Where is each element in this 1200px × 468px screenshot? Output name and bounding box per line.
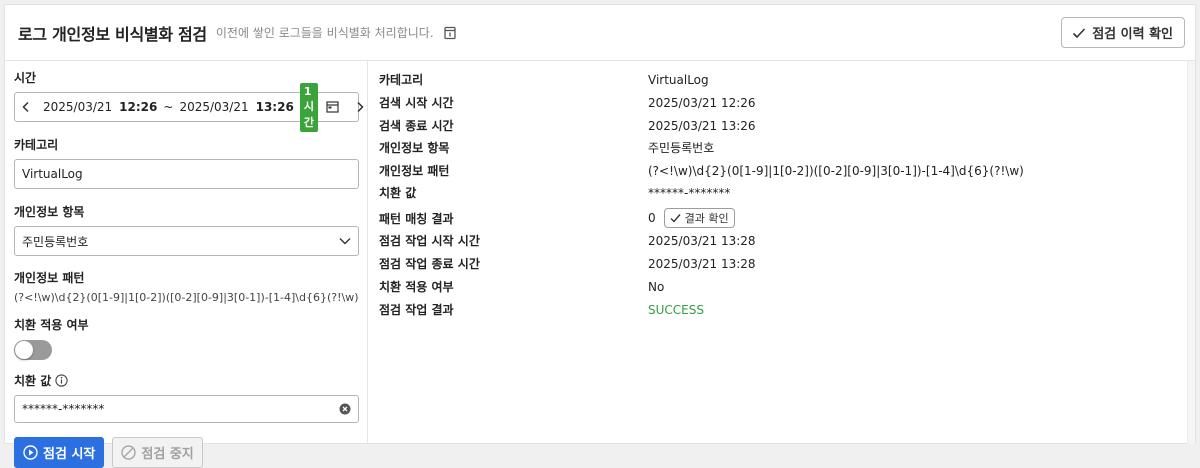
duration-badge: 1시간: [299, 82, 318, 132]
detail-value: 2025/03/21 13:28: [648, 233, 756, 248]
detail-row: 치환 값 ******-*******: [379, 184, 730, 201]
pii-pattern-label: 개인정보 패턴: [14, 271, 85, 285]
scrollbar[interactable]: [1187, 61, 1195, 444]
main-panel: 로그 개인정보 비식별화 점검 이전에 쌓인 로그들을 비식별화 처리합니다. …: [4, 4, 1196, 468]
detail-row: 개인정보 항목 주민등록번호: [379, 139, 714, 156]
history-button-label: 점검 이력 확인: [1092, 27, 1173, 42]
detail-label: 검색 시작 시간: [379, 96, 454, 110]
detail-value: 2025/03/21 12:26: [648, 95, 756, 110]
detail-label: 점검 작업 시작 시간: [379, 234, 480, 248]
detail-value: 2025/03/21 13:28: [648, 256, 756, 271]
detail-label: 치환 적용 여부: [379, 280, 454, 294]
end-time: 13:26: [255, 100, 294, 114]
apply-label: 치환 적용 여부: [14, 318, 89, 332]
detail-label: 점검 작업 종료 시간: [379, 257, 480, 271]
check-icon: [670, 213, 681, 223]
detail-label: 검색 종료 시간: [379, 119, 454, 133]
category-label: 카테고리: [14, 138, 59, 152]
pii-item-value: 주민등록번호: [22, 234, 89, 249]
status-value: SUCCESS: [648, 302, 704, 317]
category-value: VirtualLog: [22, 167, 83, 181]
detail-label: 치환 값: [379, 186, 417, 200]
pii-item-label: 개인정보 항목: [14, 205, 85, 219]
check-icon: [1072, 27, 1086, 39]
detail-row: 치환 적용 여부 No: [379, 278, 664, 295]
detail-row: 개인정보 패턴 (?<!\w)\d{2}(0[1-9]|1[0-2])([0-2…: [379, 162, 1024, 179]
match-count: 0: [648, 211, 656, 225]
toggle-knob: [15, 341, 33, 359]
history-button[interactable]: 점검 이력 확인: [1061, 17, 1185, 48]
time-separator: ~: [163, 100, 174, 114]
apply-toggle[interactable]: [14, 340, 52, 360]
replace-label: 치환 값: [14, 374, 52, 388]
view-result-label: 결과 확인: [684, 212, 729, 225]
detail-value: No: [648, 279, 665, 294]
stop-button-label: 점검 중지: [141, 447, 194, 462]
detail-label: 점검 작업 결과: [379, 303, 454, 317]
detail-label: 패턴 매칭 결과: [379, 211, 454, 226]
detail-label: 개인정보 항목: [379, 141, 450, 155]
calendar-icon[interactable]: [326, 101, 339, 113]
detail-row: 검색 시작 시간 2025/03/21 12:26: [379, 94, 756, 111]
detail-label: 개인정보 패턴: [379, 164, 450, 178]
content-area: 시간 2025/03/21 12:26 ~ 2025/03/21 13:26 1…: [5, 61, 1195, 468]
action-buttons: 점검 시작 점검 중지: [14, 437, 359, 468]
detail-row: 패턴 매칭 결과 0 결과 확인: [379, 208, 735, 228]
detail-value: 2025/03/21 13:26: [648, 118, 756, 133]
page-header: 로그 개인정보 비식별화 점검 이전에 쌓인 로그들을 비식별화 처리합니다. …: [5, 5, 1195, 61]
detail-row: 카테고리 VirtualLog: [379, 71, 709, 88]
settings-form: 시간 2025/03/21 12:26 ~ 2025/03/21 13:26 1…: [5, 61, 368, 468]
page-subtitle: 이전에 쌓인 로그들을 비식별화 처리합니다.: [215, 26, 434, 40]
clear-icon[interactable]: [339, 403, 351, 415]
time-range-picker[interactable]: 2025/03/21 12:26 ~ 2025/03/21 13:26 1시간: [14, 82, 364, 132]
chevron-down-icon: [339, 237, 351, 245]
detail-row: 점검 작업 결과 SUCCESS: [379, 301, 704, 318]
chevron-left-icon[interactable]: [21, 101, 31, 113]
pii-pattern-value: (?<!\w)\d{2}(0[1-9]|1[0-2])([0-2][0-9]|3…: [14, 291, 359, 304]
replace-value-input[interactable]: ******-*******: [14, 395, 359, 423]
detail-row: 점검 작업 종료 시간 2025/03/21 13:28: [379, 255, 756, 272]
detail-value: ******-*******: [648, 185, 731, 200]
stop-button[interactable]: 점검 중지: [112, 437, 203, 468]
page-title: 로그 개인정보 비식별화 점검: [18, 24, 207, 44]
detail-value-wrap: 0 결과 확인: [648, 208, 735, 228]
replace-label-row: 치환 값: [14, 372, 359, 389]
detail-label: 카테고리: [379, 73, 424, 87]
detail-value: (?<!\w)\d{2}(0[1-9]|1[0-2])([0-2][0-9]|3…: [648, 163, 1024, 178]
stop-icon: [121, 445, 137, 460]
start-button-label: 점검 시작: [43, 447, 96, 462]
detail-value: 주민등록번호: [648, 141, 715, 155]
play-icon: [23, 445, 38, 460]
result-details: 카테고리 VirtualLog 검색 시작 시간 2025/03/21 12:2…: [368, 61, 1195, 444]
start-date: 2025/03/21: [43, 100, 113, 114]
category-input[interactable]: VirtualLog: [14, 159, 359, 189]
document-icon[interactable]: [443, 26, 457, 40]
start-time: 12:26: [119, 100, 158, 114]
start-button[interactable]: 점검 시작: [14, 437, 105, 468]
pii-item-select[interactable]: 주민등록번호: [14, 226, 359, 256]
chevron-right-icon[interactable]: [355, 101, 365, 113]
detail-value: VirtualLog: [648, 72, 709, 87]
detail-row: 점검 작업 시작 시간 2025/03/21 13:28: [379, 232, 756, 249]
info-icon[interactable]: [55, 374, 68, 387]
replace-value: ******-*******: [22, 402, 105, 416]
view-result-button[interactable]: 결과 확인: [663, 208, 735, 228]
detail-row: 검색 종료 시간 2025/03/21 13:26: [379, 117, 756, 134]
end-date: 2025/03/21: [179, 100, 249, 114]
